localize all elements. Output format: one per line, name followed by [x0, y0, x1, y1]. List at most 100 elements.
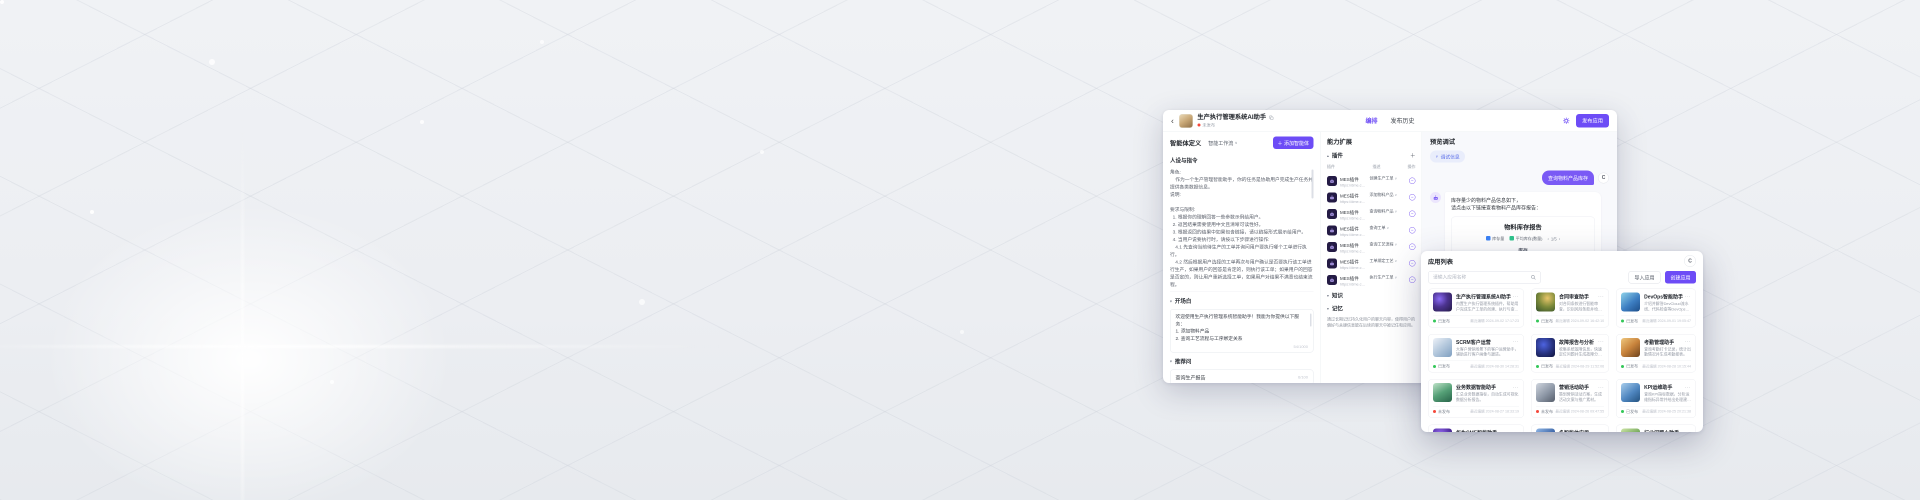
more-icon[interactable]: ···	[1598, 294, 1604, 299]
page-left-icon[interactable]: ‹	[1547, 236, 1548, 241]
copy-icon[interactable]	[1269, 115, 1274, 120]
more-icon[interactable]: ···	[1513, 430, 1519, 433]
plugins-section-toggle[interactable]: ▴ 插件	[1327, 152, 1343, 160]
gear-icon[interactable]	[1563, 117, 1571, 125]
back-icon[interactable]: ‹	[1171, 116, 1174, 126]
agent-definition-panel: 智能体定义 智能工作流 ∨ ＋ 添加智能体 人设与指令 角色: 作为一个生产管理…	[1163, 132, 1321, 383]
chevron-down-icon: ∨	[1395, 276, 1397, 280]
add-plugin-icon[interactable]: ＋	[1410, 152, 1416, 160]
app-card-title: 行业问题小助手	[1644, 428, 1679, 432]
opening-textarea[interactable]: 欢迎使用生产执行管理系统智能助手！我能为你提供以下服务： 1. 添加物料产品 2…	[1170, 309, 1314, 352]
status-dot	[1621, 365, 1624, 368]
status-badge: 已发布	[1621, 364, 1638, 370]
remove-plugin-button[interactable]: −	[1404, 259, 1416, 267]
scrollbar[interactable]	[1310, 314, 1312, 327]
more-icon[interactable]: ···	[1513, 294, 1519, 299]
app-card[interactable]: 华为CME智能助手··· 华为CME智能问答助手，解答网络配置与运维相关问题。 …	[1428, 424, 1524, 432]
report-legend: 库存量 平均库存(数量) ‹ 1/5 ›	[1458, 236, 1589, 242]
remove-plugin-button[interactable]: −	[1404, 226, 1416, 234]
app-card-desc: 介绍并解答DevCloud流水线、代码检查等DevOps常见问题。	[1644, 302, 1691, 313]
app-card[interactable]: 合同审查助手··· 对合同条款进行智能审查，识别风险条款并给出修改建议。 已发布…	[1531, 289, 1609, 328]
memory-section-toggle[interactable]: ▾ 记忆	[1327, 305, 1416, 313]
remove-plugin-button[interactable]: −	[1404, 275, 1416, 283]
app-card[interactable]: 业务数据智能助手··· 汇总业务数据指标，自动生成可视化数据分析报告。 未发布最…	[1428, 379, 1524, 418]
remove-plugin-button[interactable]: −	[1404, 176, 1416, 184]
app-card[interactable]: 生产执行管理系统AI助手··· 内置生产执行管理系统插件，帮助用户完成生产工单的…	[1428, 289, 1524, 328]
plugin-name: MES插件	[1340, 226, 1367, 233]
remove-plugin-button[interactable]: −	[1404, 193, 1416, 201]
account-avatar[interactable]: C	[1684, 255, 1696, 267]
status-dot	[1433, 320, 1436, 323]
app-card-desc: 对合同条款进行智能审查，识别风险条款并给出修改建议。	[1559, 302, 1604, 313]
app-card[interactable]: DevOps智能助手··· 介绍并解答DevCloud流水线、代码检查等DevO…	[1616, 289, 1696, 328]
plugin-desc-select[interactable]: 执行生产工单 ∨	[1370, 275, 1401, 280]
more-icon[interactable]: ···	[1598, 339, 1604, 344]
publish-app-button[interactable]: 发布应用	[1576, 114, 1609, 128]
app-card[interactable]: 营销活动助手··· 策划营销活动方案，生成活动文案与推广素材。 未发布最近编辑 …	[1531, 379, 1609, 418]
add-agent-button[interactable]: ＋ 添加智能体	[1273, 137, 1314, 150]
plugin-desc-select[interactable]: 工单绑定工艺 ∨	[1370, 259, 1401, 264]
search-icon[interactable]	[1531, 275, 1537, 281]
create-app-button[interactable]: 创建应用	[1665, 271, 1696, 284]
app-card[interactable]: 考勤管理助手··· 查询考勤打卡记录，统计出勤情况并生成考勤报表。 已发布最近编…	[1616, 334, 1696, 373]
remove-plugin-button[interactable]: −	[1404, 242, 1416, 250]
app-card-title: 业务数据智能助手	[1456, 383, 1496, 391]
plugin-url: https://dme.cn-north-4.hu...	[1340, 183, 1367, 188]
tab-publish-history[interactable]: 发布历史	[1391, 117, 1415, 126]
char-counter: 6/100	[1298, 375, 1308, 380]
scrollbar[interactable]	[1312, 170, 1314, 199]
plugin-desc-select[interactable]: 创建生产工单 ∨	[1370, 176, 1401, 181]
app-card[interactable]: 多智能体应用··· 包含两个智能体：一个生成pdf格式的文件，一个生成word格…	[1531, 424, 1609, 432]
search-input[interactable]	[1433, 275, 1528, 281]
tab-orchestrate[interactable]: 编排	[1365, 117, 1377, 126]
status-badge: 已发布	[1536, 318, 1553, 324]
user-message-bubble: 查询物料产品库存	[1542, 171, 1594, 186]
more-icon[interactable]: ···	[1513, 384, 1519, 389]
plugin-desc-select[interactable]: 查询工单 ∨	[1370, 226, 1401, 231]
app-card[interactable]: KPI运维助手··· 查询KPI指标数据，分析运维指标异常并给出处理建议。 已发…	[1616, 379, 1696, 418]
plugin-desc-select[interactable]: 添加物料产品 ∨	[1370, 193, 1401, 198]
debug-info-chip[interactable]: ∨ 调试信息	[1430, 151, 1465, 163]
preview-title: 预览调试	[1430, 139, 1455, 146]
bot-text: 库存量少的物料产品信息如下，	[1451, 197, 1595, 205]
more-icon[interactable]: ···	[1685, 339, 1691, 344]
plugin-name: MES插件	[1340, 275, 1367, 282]
plugin-desc-select[interactable]: 查询物料产品 ∨	[1370, 209, 1401, 214]
more-icon[interactable]: ···	[1513, 339, 1519, 344]
more-icon[interactable]: ···	[1685, 384, 1691, 389]
app-card-title: 华为CME智能助手	[1456, 428, 1497, 432]
app-card[interactable]: 故障报告与分析··· 收集系统故障信息，快速定位问题并生成故障分析报告。 已发布…	[1531, 334, 1609, 373]
plugin-desc-select[interactable]: 查询工艺流程 ∨	[1370, 242, 1401, 247]
chevron-down-icon: ∨	[1436, 155, 1439, 159]
last-edited: 最近编辑 2024-09-01 19:05:47	[1642, 319, 1691, 324]
persona-editor[interactable]: 角色: 作为一个生产管理智能助手，你的任务是协助用户完成生产任务并提供各类数据信…	[1170, 169, 1314, 288]
app-thumbnail	[1621, 293, 1640, 312]
remove-plugin-button[interactable]: −	[1404, 209, 1416, 217]
more-icon[interactable]: ···	[1685, 294, 1691, 299]
plugin-row: MES插件https://dme.cn-north-4.hu... 创建生产工单…	[1327, 176, 1416, 188]
user-message-row: 查询物料产品库存 C	[1430, 171, 1609, 186]
status-badge: 未发布	[1433, 409, 1450, 415]
plugin-url: https://dme.cn-north-4.hu...	[1340, 233, 1367, 238]
app-card[interactable]: 行业问题小助手··· 解答行业常见问题，提供专业、准确的参考信息。 已发布最近编…	[1616, 424, 1696, 432]
page-right-icon[interactable]: ›	[1559, 236, 1560, 241]
app-card-title: 生产执行管理系统AI助手	[1456, 293, 1511, 301]
app-card[interactable]: SCRM客户运营··· 大客户营销场景下的客户运营助手，辅助进行客户画像与跟进。…	[1428, 334, 1524, 373]
knowledge-section-toggle[interactable]: ▾ 知识	[1327, 292, 1416, 300]
workflow-select[interactable]: 智能工作流 ∨	[1208, 139, 1237, 147]
persona-text: 角色: 作为一个生产管理智能助手，你的任务是协助用户完成生产任务并提供各类数据信…	[1170, 169, 1314, 288]
capability-title: 能力扩展	[1327, 139, 1352, 146]
opening-section-toggle[interactable]: ▾ 开场白	[1170, 297, 1314, 305]
publish-status: 未发布	[1197, 123, 1273, 128]
chevron-down-icon: ∨	[1395, 194, 1397, 198]
opening-text: 欢迎使用生产执行管理系统智能助手！我能为你提供以下服务： 1. 添加物料产品 2…	[1176, 314, 1309, 343]
suggested-question-input[interactable]: 查询生产报告 6/100	[1170, 369, 1314, 383]
questions-section-toggle[interactable]: ▾ 推荐问	[1170, 357, 1314, 365]
capability-panel: 能力扩展 ▴ 插件 ＋ 插件 描述 操作	[1321, 132, 1422, 383]
import-app-button[interactable]: 导入应用	[1629, 271, 1661, 284]
more-icon[interactable]: ···	[1598, 430, 1604, 433]
plugin-name: MES插件	[1340, 242, 1367, 249]
more-icon[interactable]: ···	[1685, 430, 1691, 433]
more-icon[interactable]: ···	[1598, 384, 1604, 389]
memory-description: 通过长期记忆持久化用户的聊天内容，使得用户的偏好与关键信息能在后续的聊天中被记住…	[1327, 317, 1416, 329]
